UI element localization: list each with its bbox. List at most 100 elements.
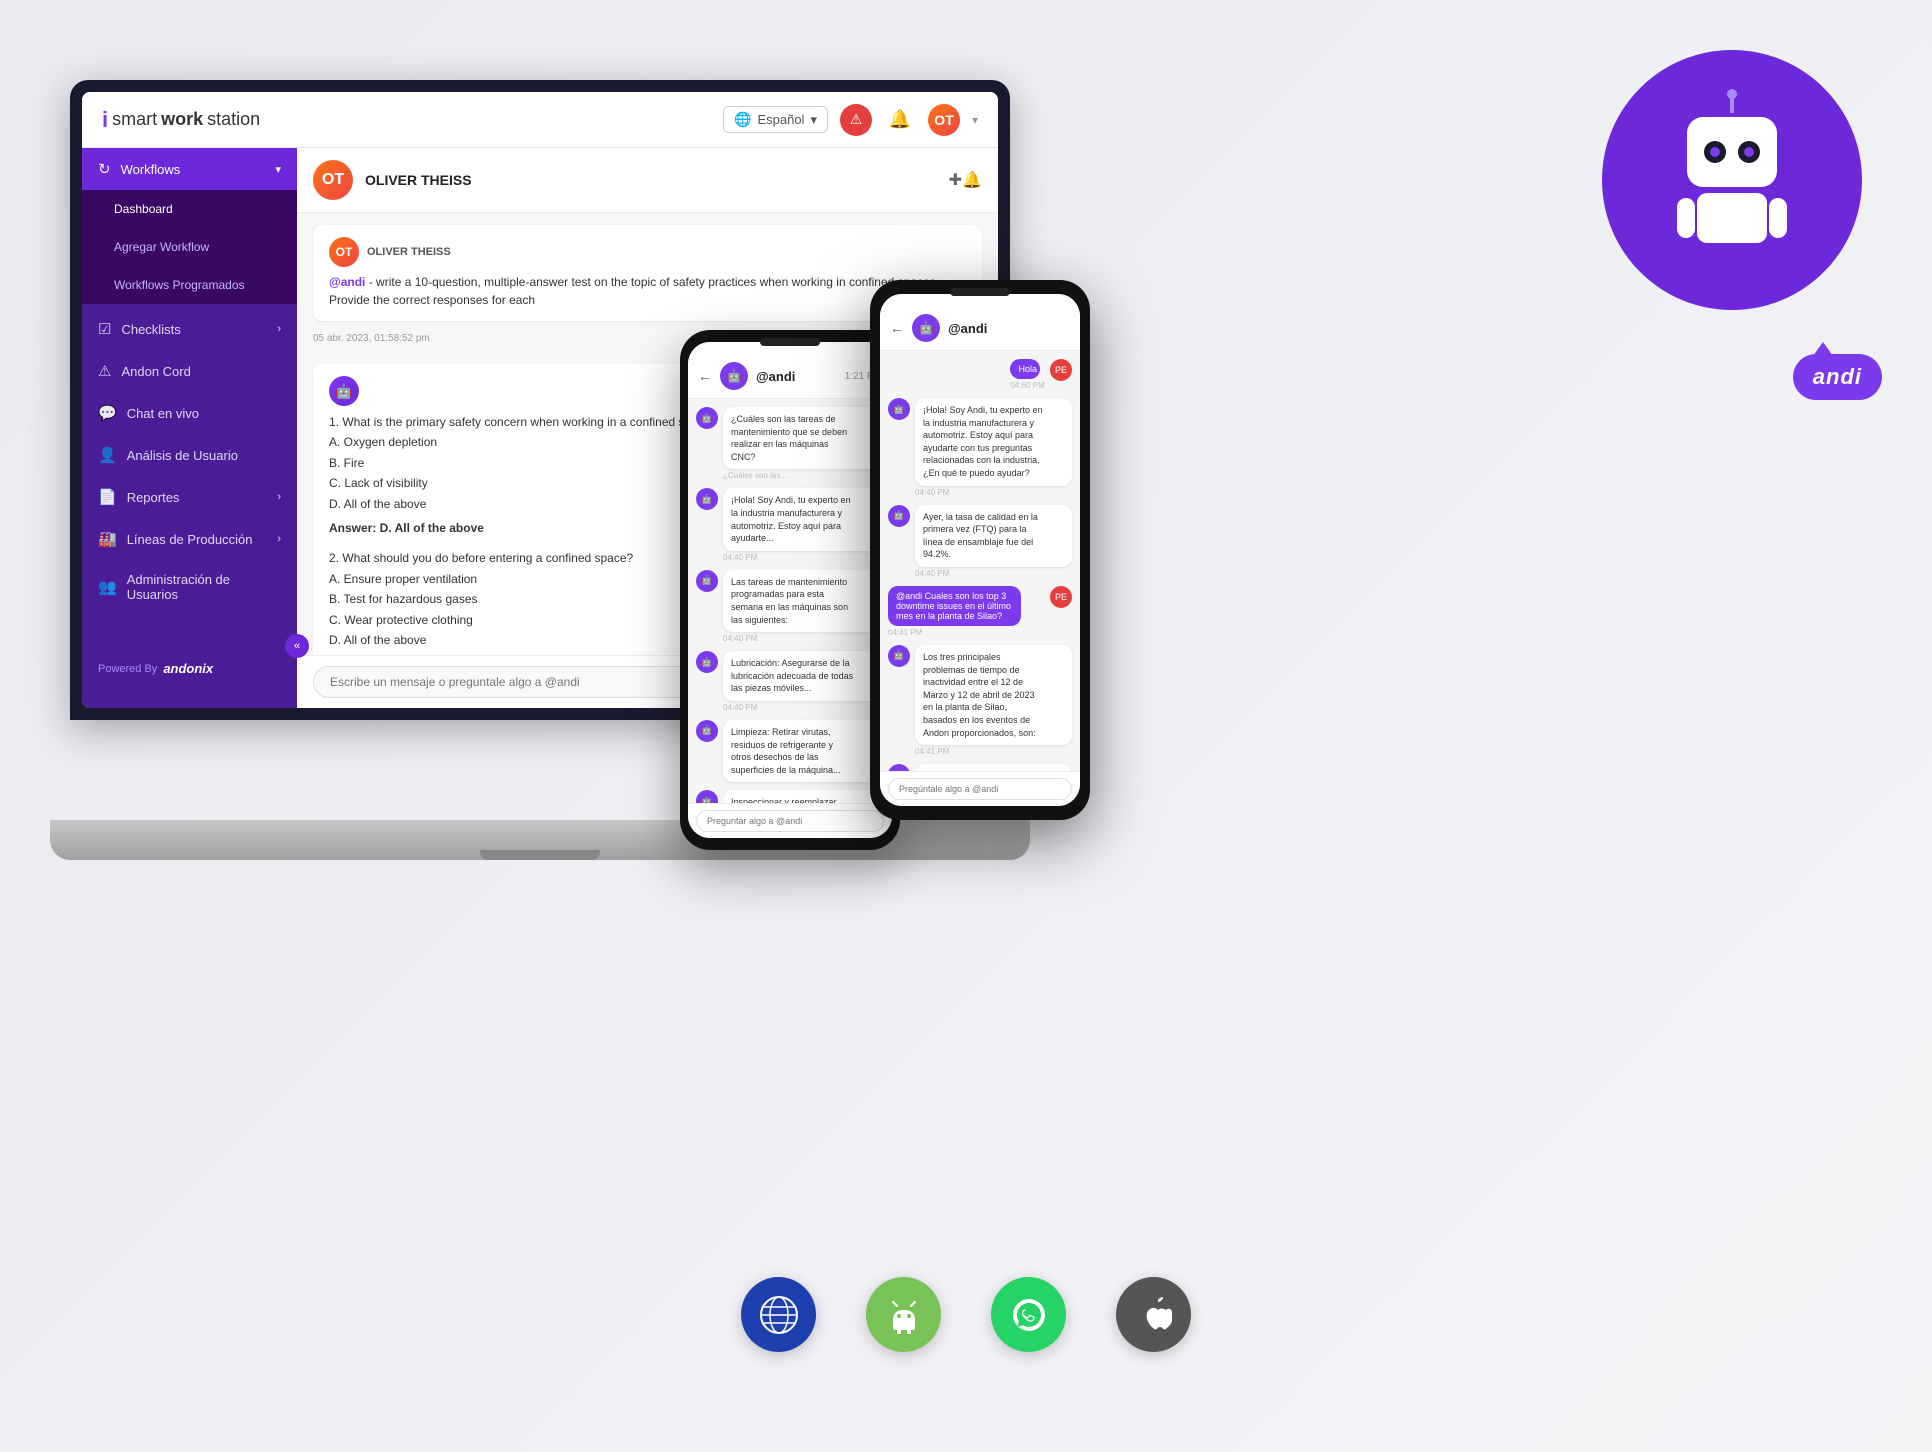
- robot-pupil-right: [1744, 147, 1754, 157]
- robot-antenna-ball: [1727, 89, 1737, 99]
- dropdown-arrow: ▾: [972, 113, 978, 127]
- message-sender-row: OT OLIVER THEISS: [329, 237, 966, 267]
- phone-andi-avatar-1: 🤖: [696, 407, 718, 429]
- phone-right-time-user2: 04:41 PM: [888, 628, 1045, 637]
- phone-right-msg-andi1: ¡Hola! Soy Andi, tu experto en la indust…: [915, 398, 1072, 486]
- phone-right-screen: ← 🤖 @andi PE Hola 04:60 PM: [880, 294, 1080, 806]
- phone-left-msg-2: ¡Hola! Soy Andi, tu experto en la indust…: [723, 488, 884, 550]
- robot-body: [1697, 193, 1767, 243]
- robot-pupil-left: [1710, 147, 1720, 157]
- phone-right-msg-andi2-text: Los tres principales problemas de tiempo…: [923, 651, 1043, 739]
- apple-icon: [1116, 1277, 1191, 1352]
- android-svg: [885, 1296, 923, 1334]
- bell-button[interactable]: 🔔: [884, 104, 916, 136]
- phone-right-andi-avatar-1: 🤖: [888, 398, 910, 420]
- phone-right-user-avatar-1: PE: [1050, 359, 1072, 381]
- sidebar-item-workflows[interactable]: ↻ Workflows ▾: [82, 148, 297, 190]
- add-workflow-label: Agregar Workflow: [114, 240, 209, 254]
- phone-right-msg-ftq-row: 🤖 Ayer, la tasa de calidad en la primera…: [888, 505, 1072, 578]
- phone-left-screen: ← 🤖 @andi 1:21 PM 🤖 ¿Cuáles son las tare…: [688, 342, 892, 838]
- phone-right-andi-avatar: 🤖: [912, 314, 940, 342]
- andon-icon: ⚠: [98, 362, 111, 380]
- phone-andi-avatar-3: 🤖: [696, 570, 718, 592]
- production-icon: 🏭: [98, 530, 117, 548]
- phone-left-time-3: 04:40 PM: [723, 634, 884, 643]
- phone-left-time-4: 04:40 PM: [723, 703, 884, 712]
- language-label: Español: [757, 112, 804, 127]
- laptop-notch: [480, 850, 600, 860]
- phone-left-msg-1-row: 🤖 ¿Cuáles son las tareas de mantenimient…: [696, 407, 884, 480]
- phone-right-messages: PE Hola 04:60 PM 🤖 ¡Hola! Soy Andi, tu e…: [880, 351, 1080, 771]
- admin-label: Administración de Usuarios: [127, 572, 281, 602]
- phone-left-msg-1-text: ¿Cuáles son las tareas de mantenimiento …: [731, 413, 854, 463]
- phone-right-user-avatar-2: PE: [1050, 586, 1072, 608]
- alert-button[interactable]: ⚠: [840, 104, 872, 136]
- sidebar-item-scheduled[interactable]: Workflows Programados: [82, 266, 297, 304]
- sidebar-collapse-button[interactable]: «: [285, 634, 309, 658]
- dashboard-label: Dashboard: [114, 202, 173, 216]
- phone-right-msg-andi1-row: 🤖 ¡Hola! Soy Andi, tu experto en la indu…: [888, 398, 1072, 497]
- alert-icon: ⚠: [850, 111, 863, 128]
- powered-by-text: Powered By: [98, 663, 157, 675]
- scene: i smartworkstation 🌐 Español ▾ ⚠: [0, 0, 1932, 1452]
- phone-left-back-button[interactable]: ←: [698, 368, 712, 384]
- sidebar-item-andon[interactable]: ⚠ Andon Cord: [82, 350, 297, 392]
- phone-right-msg-user2-row: PE @andi Cuales son los top 3 downtime i…: [888, 586, 1072, 637]
- whatsapp-icon: [991, 1277, 1066, 1352]
- phone-right-msg-andi3-row: 🤖 Problemas de fluidos: este tipo de pro…: [888, 764, 1072, 771]
- phone-right-msg-ftq-text: Ayer, la tasa de calidad en la primera v…: [923, 511, 1043, 561]
- app-header: i smartworkstation 🌐 Español ▾ ⚠: [82, 92, 998, 148]
- phone-left-chat-input[interactable]: [696, 810, 884, 832]
- sidebar-powered: Powered By andonix: [82, 649, 297, 688]
- phone-right-andi-avatar-3: 🤖: [888, 764, 910, 771]
- sidebar-item-reports[interactable]: 📄 Reportes ›: [82, 476, 297, 518]
- user-avatar-button[interactable]: OT: [928, 104, 960, 136]
- phone-right-msg-andi2: Los tres principales problemas de tiempo…: [915, 645, 1072, 745]
- globe-icon: 🌐: [734, 111, 751, 128]
- robot-antenna-stem: [1730, 97, 1734, 113]
- andi-speech-bubble: andi: [1793, 354, 1882, 400]
- phone-right-time-ftq: 04:40 PM: [915, 569, 1072, 578]
- language-selector[interactable]: 🌐 Español ▾: [723, 106, 828, 133]
- logo: i smartworkstation: [102, 107, 260, 133]
- phone-right-chat-input[interactable]: [888, 778, 1072, 800]
- sidebar-item-production[interactable]: 🏭 Líneas de Producción ›: [82, 518, 297, 560]
- apple-svg: [1136, 1296, 1172, 1334]
- user-avatar: OT: [928, 104, 960, 136]
- scheduled-label: Workflows Programados: [114, 278, 245, 292]
- phone-right-msg-ftq: Ayer, la tasa de calidad en la primera v…: [915, 505, 1072, 567]
- sidebar-item-add-workflow[interactable]: Agregar Workflow: [82, 228, 297, 266]
- sidebar-item-dashboard[interactable]: Dashboard: [82, 190, 297, 228]
- phone-left-msg-4: Lubricación: Asegurarse de la lubricació…: [723, 651, 884, 701]
- phone-left-msg-3: Las tareas de mantenimiento programadas …: [723, 570, 884, 632]
- phone-right-time-hola: 04:60 PM: [1010, 381, 1045, 390]
- phone-left-msg-3-text: Las tareas de mantenimiento programadas …: [731, 576, 854, 626]
- chevron-icon: ▾: [810, 112, 817, 128]
- reports-arrow: ›: [277, 491, 281, 503]
- sidebar-item-admin[interactable]: 👥 Administración de Usuarios: [82, 560, 297, 614]
- sidebar-item-chat[interactable]: 💬 Chat en vivo: [82, 392, 297, 434]
- analysis-label: Análisis de Usuario: [127, 448, 238, 463]
- reports-label: Reportes: [127, 490, 180, 505]
- sidebar-item-checklists[interactable]: ☑ Checklists ›: [82, 308, 297, 350]
- phone-andi-avatar-2: 🤖: [696, 488, 718, 510]
- phone-andi-avatar-5: 🤖: [696, 720, 718, 742]
- sidebar-sub-group: Dashboard Agregar Workflow Workflows Pro…: [82, 190, 297, 304]
- phone-left-msg-4-row: 🤖 Lubricación: Asegurarse de la lubricac…: [696, 651, 884, 712]
- production-arrow: ›: [277, 533, 281, 545]
- phone-left-msg-5-row: 🤖 Limpieza: Retirar virutas, residuos de…: [696, 720, 884, 782]
- checklists-icon: ☑: [98, 320, 111, 338]
- phone-right-back-button[interactable]: ←: [890, 320, 904, 336]
- phone-left-time-2: 04:40 PM: [723, 553, 884, 562]
- phone-right-msg-hola: Hola: [1010, 359, 1039, 379]
- phone-right-andi-avatar-2: 🤖: [888, 645, 910, 667]
- add-participant-button[interactable]: ✚🔔: [949, 170, 982, 190]
- phone-right-time-andi2: 04:41 PM: [915, 747, 1072, 756]
- checklists-arrow: ›: [277, 323, 281, 335]
- speech-bubble-tail: [1813, 342, 1833, 356]
- phone-right-andi-avatar-ftq: 🤖: [888, 505, 910, 527]
- phone-right-msg-user2: @andi Cuales son los top 3 downtime issu…: [888, 586, 1021, 626]
- sidebar-item-analysis[interactable]: 👤 Análisis de Usuario: [82, 434, 297, 476]
- robot-arm-left: [1677, 198, 1695, 238]
- phone-left: ← 🤖 @andi 1:21 PM 🤖 ¿Cuáles son las tare…: [680, 330, 900, 850]
